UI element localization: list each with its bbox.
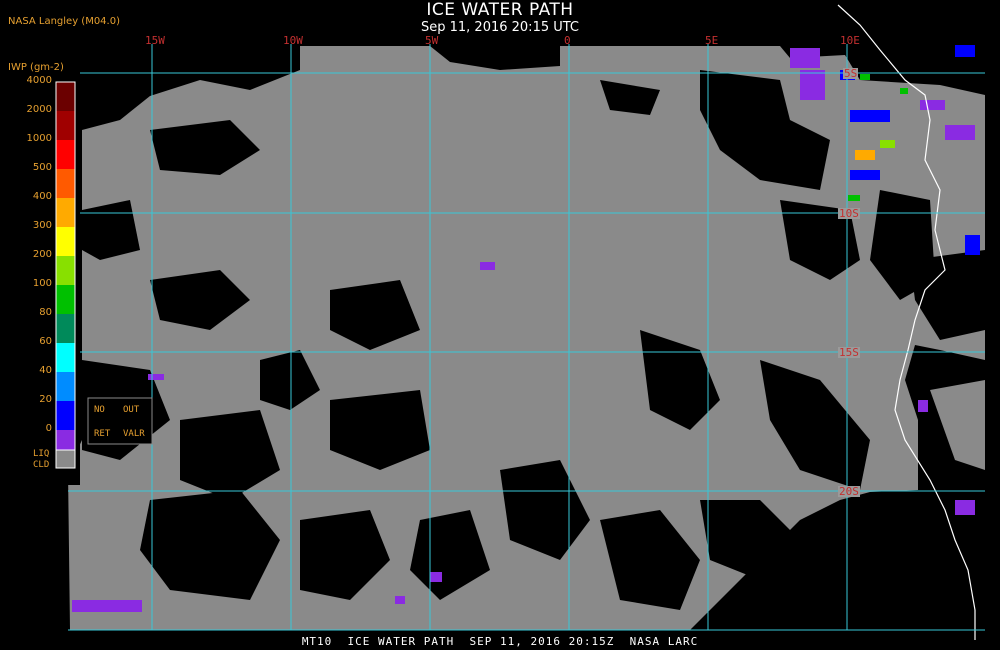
colorbar-swatch [56, 169, 75, 198]
no-ret-label-1: NO [94, 405, 105, 415]
colorbar-swatch [56, 372, 75, 401]
colorbar-swatch [56, 285, 75, 314]
colorbar-tick-label: 1000 [26, 133, 52, 144]
footer-caption: MT10 ICE WATER PATH SEP 11, 2016 20:15Z … [301, 635, 699, 648]
liq-cld-swatch [55, 449, 76, 469]
colorbar-tick-label: 200 [32, 249, 52, 260]
colorbar-swatch [56, 227, 75, 256]
lon-label-10e: 10E [840, 34, 860, 47]
lon-label-5e: 5E [705, 34, 719, 47]
colorbar-tick-label: 100 [32, 278, 52, 289]
colorbar-tick-label: 80 [39, 307, 52, 318]
satellite-map [0, 4, 985, 640]
colorbar-swatch [56, 111, 75, 140]
no-ret-label-2: RET [94, 429, 111, 439]
colorbar-swatch [56, 401, 75, 430]
liq-cld-label-1: LIQ [33, 449, 50, 459]
colorbar-tick-label: 60 [39, 336, 52, 347]
colorbar-tick-label: 300 [32, 220, 52, 231]
colorbar-tick-label: 40 [39, 365, 52, 376]
colorbar-swatch [56, 198, 75, 227]
colorbar-tick-label: 500 [32, 162, 52, 173]
lon-label-15w: 15W [145, 34, 165, 47]
lat-label-10s: 10S [838, 207, 860, 220]
out-valr-label-1: OUT [123, 405, 140, 415]
lat-label-5s: 5S [843, 67, 859, 80]
colorbar-tick-label: 400 [32, 191, 52, 202]
liq-cld-label-2: CLD [33, 460, 50, 470]
page-subtitle: Sep 11, 2016 20:15 UTC [420, 20, 580, 35]
colorbar-tick-label: 0 [45, 423, 52, 434]
colorbar-swatch [56, 140, 75, 169]
colorbar-swatch [56, 314, 75, 343]
page-title: ICE WATER PATH [426, 0, 574, 20]
colorbar-tick-label: 20 [39, 394, 52, 405]
producer-label: NASA Langley (M04.0) [8, 16, 120, 27]
colorbar-swatches [55, 81, 76, 460]
colorbar-swatch [56, 256, 75, 285]
colorbar-unit-label: IWP (gm-2) [8, 62, 64, 73]
colorbar-tick-label: 2000 [26, 104, 52, 115]
lat-label-15s: 15S [838, 346, 860, 359]
colorbar-tick-label: 4000 [26, 75, 52, 86]
lon-label-10w: 10W [283, 34, 303, 47]
out-valr-label-2: VALR [123, 429, 145, 439]
lon-label-5w: 5W [425, 34, 439, 47]
colorbar-swatch [56, 343, 75, 372]
lon-label-0: 0 [564, 34, 571, 47]
lat-label-20s: 20S [838, 485, 860, 498]
colorbar-swatch [56, 82, 75, 111]
